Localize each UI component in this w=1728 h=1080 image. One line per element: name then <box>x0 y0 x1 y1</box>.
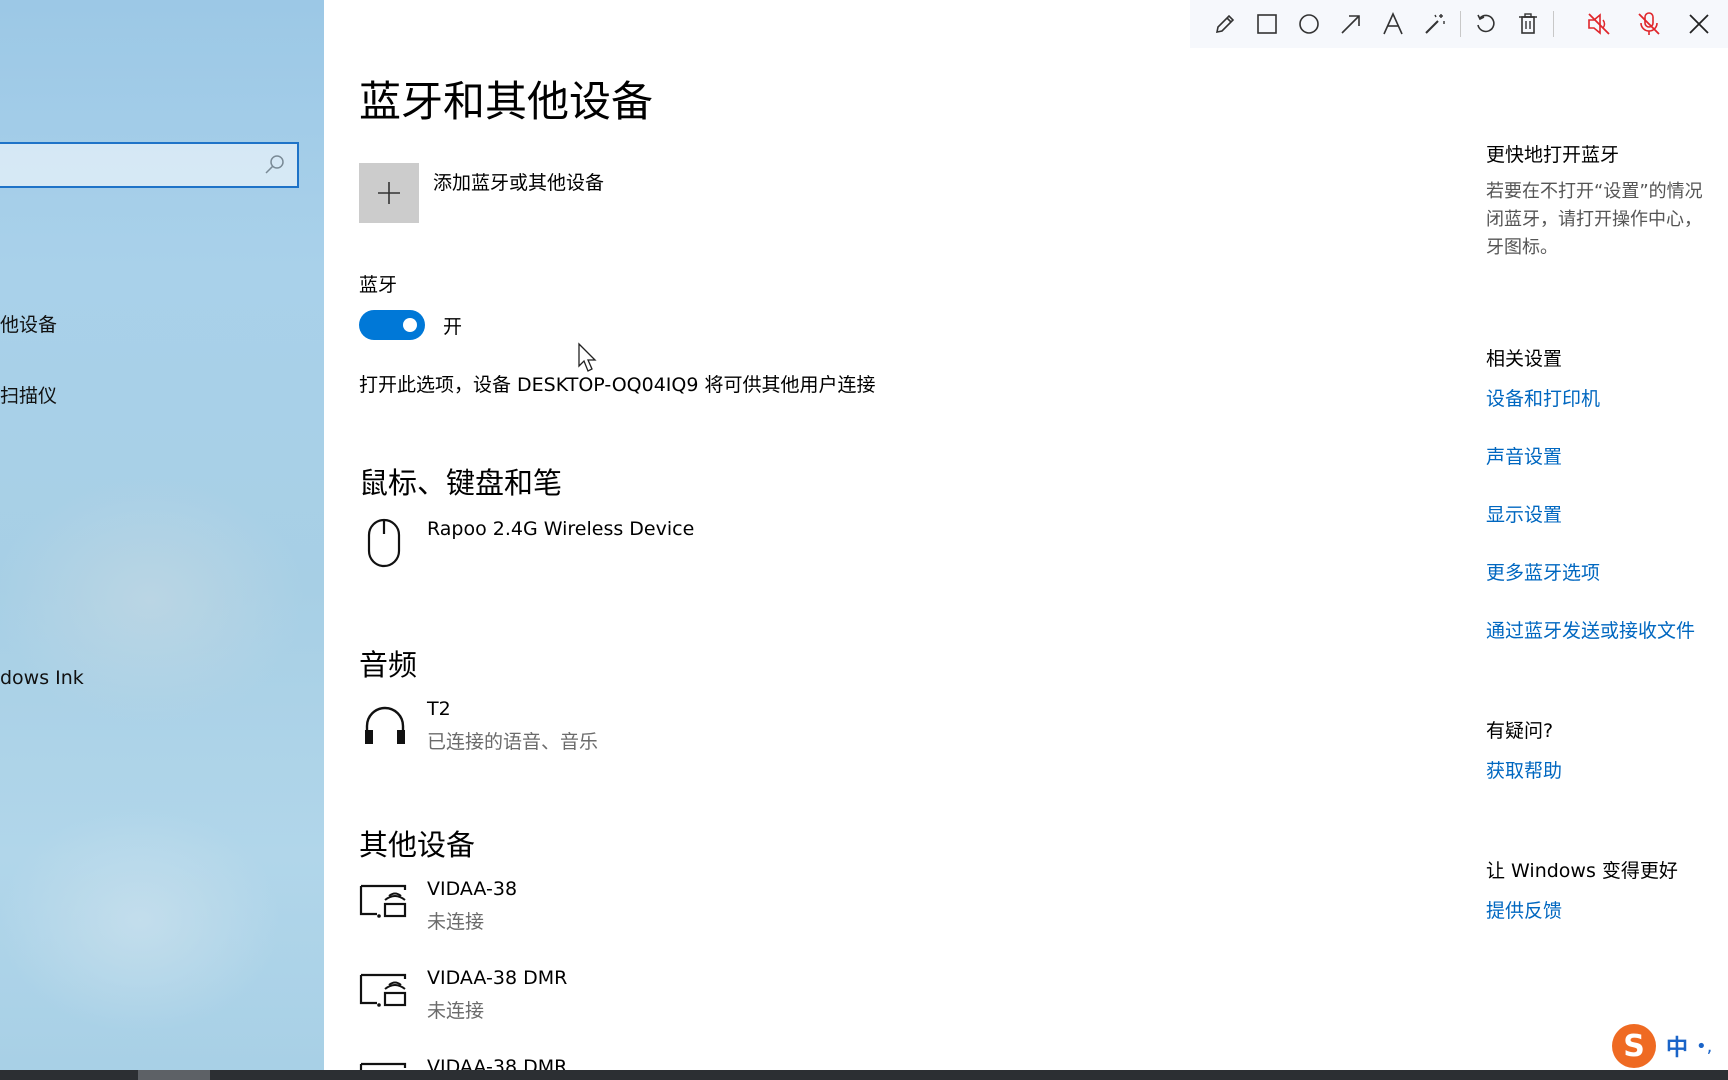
delete-button[interactable] <box>1507 6 1549 42</box>
circle-icon <box>1299 14 1319 34</box>
link-more-bluetooth-options[interactable]: 更多蓝牙选项 <box>1486 558 1600 585</box>
device-item[interactable]: T2 已连接的语音、音乐 <box>359 698 1059 770</box>
device-item[interactable]: VIDAA-38 DMR 未连接 <box>359 967 1059 1039</box>
close-icon <box>1689 14 1709 34</box>
magic-wand-icon <box>1425 14 1445 34</box>
plus-icon <box>378 182 400 204</box>
device-name: VIDAA-38 <box>427 878 518 900</box>
feedback-heading: 让 Windows 变得更好 <box>1486 860 1678 882</box>
sidebar-item-scanners[interactable]: 扫描仪 <box>0 381 57 408</box>
sidebar-item-other-devices[interactable]: 他设备 <box>0 310 57 337</box>
mic-mute-button[interactable] <box>1628 6 1670 42</box>
mouse-pointer-icon <box>578 342 597 372</box>
annotation-toolbar <box>1190 0 1728 48</box>
main-content: 蓝牙和其他设备 添加蓝牙或其他设备 蓝牙 开 打开此选项，设备 DESKTOP-… <box>324 0 1404 1070</box>
text-button[interactable] <box>1372 6 1414 42</box>
ime-mode-label: 中 <box>1666 1036 1689 1061</box>
bluetooth-toggle-row: 开 <box>359 310 462 340</box>
text-icon <box>1383 12 1403 35</box>
device-item[interactable]: VIDAA-38 DMR <box>359 1056 1059 1070</box>
rectangle-icon <box>1257 14 1277 34</box>
ime-extra-label: •, <box>1696 1035 1713 1057</box>
trash-icon <box>1519 13 1537 34</box>
pencil-button[interactable] <box>1204 6 1246 42</box>
taskbar <box>0 1070 1728 1080</box>
quick-bluetooth-line: 若要在不打开“设置”的情况 <box>1486 181 1703 202</box>
link-sound-settings[interactable]: 声音设置 <box>1486 442 1562 469</box>
device-name: T2 <box>427 698 451 720</box>
magic-wand-button[interactable] <box>1414 6 1456 42</box>
section-heading-audio: 音频 <box>359 648 418 682</box>
circle-button[interactable] <box>1288 6 1330 42</box>
related-settings-heading: 相关设置 <box>1486 348 1563 370</box>
quick-bluetooth-line: 牙图标。 <box>1486 237 1558 258</box>
bluetooth-description: 打开此选项，设备 DESKTOP-OQ04IQ9 将可供其他用户连接 <box>359 374 876 396</box>
bluetooth-toggle[interactable] <box>359 310 425 340</box>
ime-indicator[interactable]: S 中 •, <box>1612 1024 1712 1068</box>
speaker-muted-icon <box>1588 13 1610 35</box>
device-name: VIDAA-38 DMR <box>427 967 568 989</box>
search-icon[interactable] <box>263 153 287 177</box>
add-tile[interactable] <box>359 163 419 223</box>
mouse-icon <box>367 518 401 568</box>
network-display-icon <box>359 1062 407 1070</box>
device-item[interactable]: VIDAA-38 未连接 <box>359 878 1059 950</box>
right-panel: 更快地打开蓝牙 若要在不打开“设置”的情况 闭蓝牙，请打开操作中心， 牙图标。 … <box>1486 0 1728 1070</box>
settings-search-input[interactable] <box>0 142 299 188</box>
device-status: 未连接 <box>427 911 485 933</box>
device-status: 已连接的语音、音乐 <box>427 731 599 753</box>
bluetooth-state-label: 开 <box>443 315 463 338</box>
link-bluetooth-file-transfer[interactable]: 通过蓝牙发送或接收文件 <box>1486 616 1695 643</box>
close-toolbar-button[interactable] <box>1678 6 1720 42</box>
arrow-button[interactable] <box>1330 6 1372 42</box>
quick-bluetooth-line: 闭蓝牙，请打开操作中心， <box>1486 209 1702 230</box>
add-device-label: 添加蓝牙或其他设备 <box>433 172 605 194</box>
arrow-icon <box>1341 15 1360 34</box>
ime-logo: S <box>1612 1024 1656 1068</box>
link-display-settings[interactable]: 显示设置 <box>1486 500 1562 527</box>
device-status: 未连接 <box>427 1000 485 1022</box>
bluetooth-label: 蓝牙 <box>359 274 398 296</box>
network-display-icon <box>359 884 407 918</box>
link-devices-printers[interactable]: 设备和打印机 <box>1486 384 1600 411</box>
toolbar-divider <box>1460 11 1461 37</box>
toggle-knob <box>403 318 417 332</box>
section-heading-other: 其他设备 <box>359 828 476 862</box>
device-name: Rapoo 2.4G Wireless Device <box>427 518 695 540</box>
add-device-button[interactable]: 添加蓝牙或其他设备 <box>359 163 604 223</box>
page-title: 蓝牙和其他设备 <box>359 77 654 126</box>
rectangle-button[interactable] <box>1246 6 1288 42</box>
link-give-feedback[interactable]: 提供反馈 <box>1486 896 1562 923</box>
link-get-help[interactable]: 获取帮助 <box>1486 756 1562 783</box>
undo-icon <box>1477 14 1495 33</box>
questions-heading: 有疑问? <box>1486 720 1554 742</box>
device-name: VIDAA-38 DMR <box>427 1056 568 1070</box>
pencil-icon <box>1215 14 1235 34</box>
quick-bluetooth-heading: 更快地打开蓝牙 <box>1486 144 1620 166</box>
quick-bluetooth-text: 若要在不打开“设置”的情况 闭蓝牙，请打开操作中心， 牙图标。 <box>1486 178 1728 262</box>
sidebar-item-windows-ink[interactable]: dows Ink <box>0 667 84 689</box>
section-heading-input: 鼠标、键盘和笔 <box>359 466 563 500</box>
mic-muted-icon <box>1638 12 1660 35</box>
toolbar-divider <box>1553 11 1554 37</box>
speaker-mute-button[interactable] <box>1578 6 1620 42</box>
headphones-icon <box>365 706 405 744</box>
settings-sidebar: 他设备 扫描仪 dows Ink <box>0 0 324 1070</box>
taskbar-active-item[interactable] <box>138 1070 210 1080</box>
undo-button[interactable] <box>1465 6 1507 42</box>
device-item[interactable]: Rapoo 2.4G Wireless Device <box>359 518 1059 590</box>
network-display-icon <box>359 973 407 1007</box>
